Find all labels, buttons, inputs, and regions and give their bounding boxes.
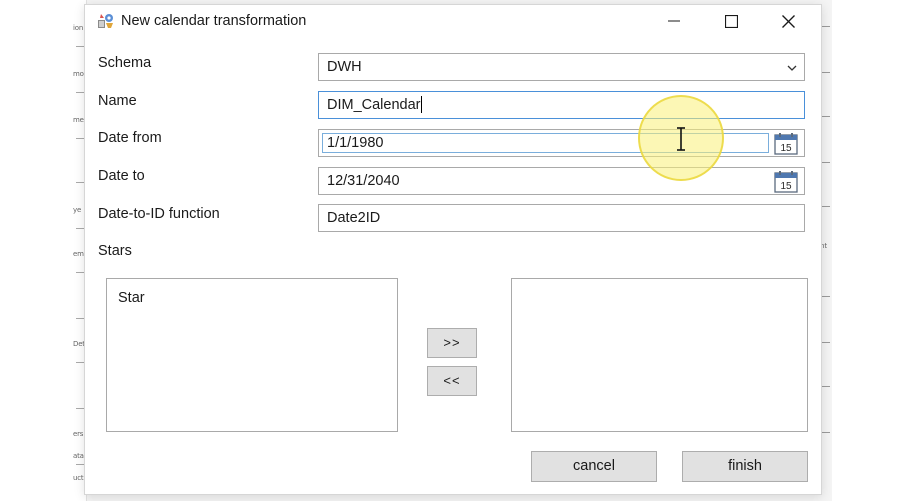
date-to-id-function-label: Date-to-ID function xyxy=(98,206,220,222)
new-calendar-transformation-dialog: New calendar transformation Schema DWH N… xyxy=(84,4,822,495)
background-text: ion xyxy=(73,24,84,32)
text-caret xyxy=(420,95,422,113)
calendar-icon-text: 15 xyxy=(780,181,792,192)
cancel-button[interactable]: cancel xyxy=(531,451,657,482)
date-to-input[interactable]: 12/31/2040 xyxy=(327,168,400,194)
background-text: mo xyxy=(73,70,84,78)
background-divider xyxy=(76,362,84,363)
background-text: uct xyxy=(73,474,84,482)
calendar-icon-text: 15 xyxy=(780,143,792,154)
background-text: em xyxy=(73,250,84,258)
background-divider xyxy=(76,318,84,319)
calendar-icon[interactable]: 15 xyxy=(774,171,798,193)
maximize-button[interactable] xyxy=(708,5,754,37)
schema-dropdown[interactable]: DWH xyxy=(318,53,805,81)
dialog-title: New calendar transformation xyxy=(121,13,307,29)
background-text: me xyxy=(73,116,84,124)
available-stars-list[interactable]: Star xyxy=(106,278,398,432)
background-divider xyxy=(76,408,84,409)
calendar-icon[interactable]: 15 xyxy=(774,133,798,155)
minimize-icon xyxy=(668,20,680,22)
background-divider xyxy=(76,464,84,465)
close-icon xyxy=(781,14,795,28)
add-star-button[interactable]: >> xyxy=(427,328,477,358)
schema-value: DWH xyxy=(327,59,362,75)
title-bar[interactable]: New calendar transformation xyxy=(85,5,821,37)
background-divider xyxy=(76,228,84,229)
background-text: ers xyxy=(73,430,84,438)
date-to-id-function-value: Date2ID xyxy=(327,210,381,226)
background-divider xyxy=(76,46,84,47)
background-divider xyxy=(76,138,84,139)
selected-stars-list[interactable] xyxy=(511,278,808,432)
minimize-button[interactable] xyxy=(651,5,697,37)
finish-button[interactable]: finish xyxy=(682,451,808,482)
date-to-label: Date to xyxy=(98,168,145,184)
date-to-id-function-input[interactable]: Date2ID xyxy=(318,204,805,232)
date-from-picker[interactable]: 1/1/1980 15 xyxy=(318,129,805,157)
date-to-picker[interactable]: 12/31/2040 15 xyxy=(318,167,805,195)
transformation-app-icon xyxy=(98,14,113,28)
stars-label: Stars xyxy=(98,243,132,259)
date-from-label: Date from xyxy=(98,130,162,146)
background-divider xyxy=(76,182,84,183)
remove-star-button[interactable]: << xyxy=(427,366,477,396)
schema-label: Schema xyxy=(98,55,152,71)
background-divider xyxy=(76,92,84,93)
name-input[interactable]: DIM_Calendar xyxy=(318,91,805,119)
name-value: DIM_Calendar xyxy=(327,97,421,113)
chevron-down-icon xyxy=(787,65,797,71)
text-cursor-icon xyxy=(677,127,685,151)
background-text: ata xyxy=(73,452,84,460)
background-text: ye xyxy=(73,206,82,214)
background-divider xyxy=(76,272,84,273)
name-label: Name xyxy=(98,93,137,109)
maximize-icon xyxy=(724,14,738,28)
close-button[interactable] xyxy=(765,5,811,37)
list-item[interactable]: Star xyxy=(118,290,145,306)
